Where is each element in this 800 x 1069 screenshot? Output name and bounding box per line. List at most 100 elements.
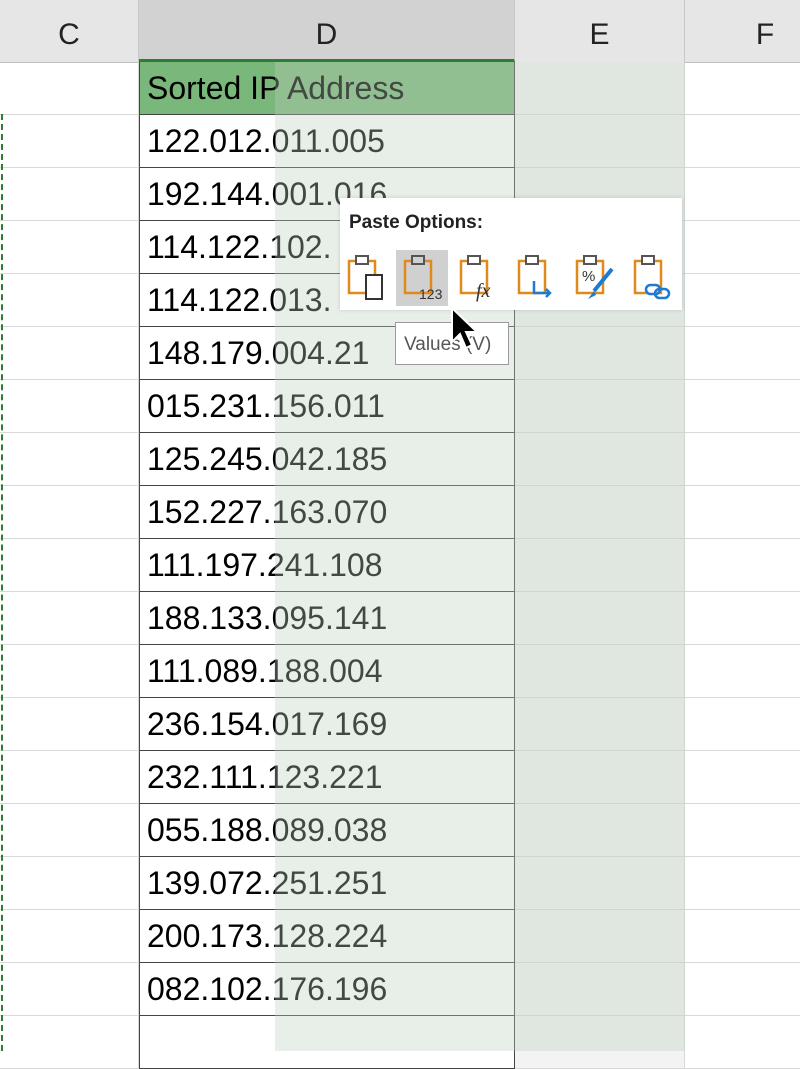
table-row: 111.089.188.004 bbox=[0, 645, 800, 698]
cell[interactable] bbox=[685, 1016, 800, 1069]
cell[interactable] bbox=[685, 963, 800, 1016]
cell[interactable] bbox=[515, 804, 685, 857]
cell[interactable] bbox=[0, 751, 139, 804]
mouse-cursor-icon bbox=[451, 306, 480, 350]
paste-values-button[interactable]: 123 bbox=[396, 250, 448, 306]
table-row: 125.245.042.185 bbox=[0, 433, 800, 486]
ip-cell[interactable]: 200.173.128.224 bbox=[139, 910, 515, 963]
cell[interactable] bbox=[515, 857, 685, 910]
column-header-c[interactable]: C bbox=[0, 0, 139, 62]
cell[interactable] bbox=[0, 804, 139, 857]
table-row: Sorted IP Address bbox=[0, 62, 800, 115]
cell[interactable] bbox=[685, 168, 800, 221]
ip-cell[interactable]: 125.245.042.185 bbox=[139, 433, 515, 486]
cell[interactable] bbox=[685, 62, 800, 115]
ip-cell[interactable]: 122.012.011.005 bbox=[139, 115, 515, 168]
paste-formatting-button[interactable]: % bbox=[568, 250, 620, 306]
cell[interactable] bbox=[685, 115, 800, 168]
cell[interactable] bbox=[515, 327, 685, 380]
paste-icon bbox=[347, 255, 383, 300]
cell[interactable] bbox=[0, 433, 139, 486]
cell[interactable] bbox=[685, 221, 800, 274]
cell[interactable] bbox=[0, 274, 139, 327]
cell[interactable] bbox=[685, 698, 800, 751]
cell[interactable] bbox=[0, 910, 139, 963]
cell[interactable] bbox=[515, 380, 685, 433]
table-row: 188.133.095.141 bbox=[0, 592, 800, 645]
table-row: 122.012.011.005 bbox=[0, 115, 800, 168]
cell[interactable] bbox=[0, 62, 139, 115]
cell[interactable] bbox=[515, 910, 685, 963]
cell[interactable] bbox=[685, 857, 800, 910]
cell[interactable] bbox=[0, 221, 139, 274]
table-row: 055.188.089.038 bbox=[0, 804, 800, 857]
table-row: 082.102.176.196 bbox=[0, 963, 800, 1016]
cell[interactable] bbox=[685, 804, 800, 857]
paste-formulas-icon: fx bbox=[459, 255, 491, 302]
paste-link-icon bbox=[633, 255, 671, 300]
cell[interactable] bbox=[515, 1016, 685, 1069]
ip-cell[interactable]: 152.227.163.070 bbox=[139, 486, 515, 539]
cell[interactable] bbox=[515, 486, 685, 539]
ip-cell[interactable]: 139.072.251.251 bbox=[139, 857, 515, 910]
ip-cell[interactable]: 111.197.241.108 bbox=[139, 539, 515, 592]
cell[interactable] bbox=[685, 433, 800, 486]
cell[interactable] bbox=[0, 168, 139, 221]
cell[interactable] bbox=[685, 380, 800, 433]
ip-cell[interactable] bbox=[139, 1016, 515, 1069]
paste-options-menu: Paste Options: 123 fx % bbox=[340, 198, 682, 310]
cell[interactable] bbox=[0, 486, 139, 539]
cell[interactable] bbox=[515, 115, 685, 168]
cell[interactable] bbox=[685, 274, 800, 327]
table-row: 015.231.156.011 bbox=[0, 380, 800, 433]
paste-values-icon: 123 bbox=[403, 255, 443, 302]
cell[interactable] bbox=[515, 963, 685, 1016]
cell[interactable] bbox=[515, 645, 685, 698]
ip-cell[interactable]: 111.089.188.004 bbox=[139, 645, 515, 698]
cell[interactable] bbox=[515, 751, 685, 804]
cell[interactable] bbox=[0, 539, 139, 592]
cell[interactable] bbox=[685, 539, 800, 592]
cell[interactable] bbox=[0, 327, 139, 380]
ip-cell[interactable]: 236.154.017.169 bbox=[139, 698, 515, 751]
paste-button[interactable] bbox=[340, 250, 392, 306]
column-header-f[interactable]: F bbox=[685, 0, 800, 62]
ip-cell[interactable]: 232.111.123.221 bbox=[139, 751, 515, 804]
cell[interactable] bbox=[685, 327, 800, 380]
ip-cell[interactable]: 082.102.176.196 bbox=[139, 963, 515, 1016]
cell[interactable] bbox=[515, 698, 685, 751]
paste-formulas-button[interactable]: fx bbox=[452, 250, 504, 306]
cell[interactable] bbox=[0, 857, 139, 910]
ip-cell[interactable]: 055.188.089.038 bbox=[139, 804, 515, 857]
cell[interactable] bbox=[0, 645, 139, 698]
column-header-bar: C D E F bbox=[0, 0, 800, 63]
table-row: 139.072.251.251 bbox=[0, 857, 800, 910]
cell[interactable] bbox=[0, 115, 139, 168]
column-header-e[interactable]: E bbox=[515, 0, 685, 62]
paste-options-title: Paste Options: bbox=[349, 212, 484, 233]
cell[interactable] bbox=[0, 380, 139, 433]
ip-cell[interactable]: 015.231.156.011 bbox=[139, 380, 515, 433]
cell[interactable] bbox=[0, 963, 139, 1016]
cell[interactable] bbox=[685, 645, 800, 698]
cell[interactable] bbox=[515, 592, 685, 645]
ip-cell[interactable]: 188.133.095.141 bbox=[139, 592, 515, 645]
table-row: 200.173.128.224 bbox=[0, 910, 800, 963]
cell[interactable] bbox=[515, 433, 685, 486]
cell[interactable] bbox=[685, 751, 800, 804]
table-row bbox=[0, 1016, 800, 1069]
paste-transpose-button[interactable] bbox=[510, 250, 562, 306]
paste-link-button[interactable] bbox=[626, 250, 678, 306]
table-row: 152.227.163.070 bbox=[0, 486, 800, 539]
cell[interactable] bbox=[0, 698, 139, 751]
cell[interactable] bbox=[515, 539, 685, 592]
cell[interactable] bbox=[515, 62, 685, 115]
cell[interactable] bbox=[0, 592, 139, 645]
cell[interactable] bbox=[685, 592, 800, 645]
header-cell-sorted-ip[interactable]: Sorted IP Address bbox=[139, 62, 515, 115]
cell[interactable] bbox=[0, 1016, 139, 1069]
cell[interactable] bbox=[685, 910, 800, 963]
cell[interactable] bbox=[685, 486, 800, 539]
table-row: 236.154.017.169 bbox=[0, 698, 800, 751]
column-header-d[interactable]: D bbox=[139, 0, 515, 62]
